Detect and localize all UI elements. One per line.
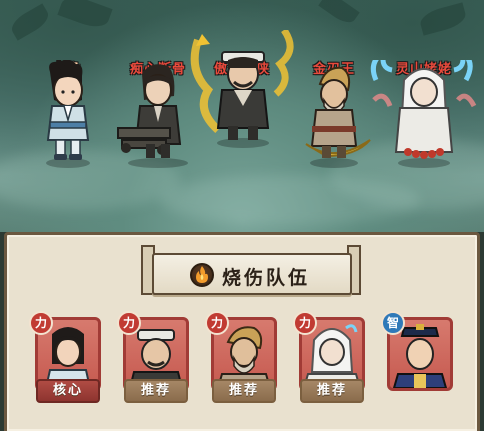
hero-jinren-wang[interactable]: 金刃王 xyxy=(286,0,382,232)
hero-lingshan-laolao-sprite xyxy=(370,60,477,168)
hero-aoqi-beixia[interactable]: 傲气北侠 xyxy=(190,0,294,232)
hero-lingshan-laolao[interactable]: 灵山姥姥 xyxy=(370,0,477,232)
team-title-banner: 烧伤队伍 xyxy=(152,253,352,295)
hero-protagonist[interactable]: 主角 xyxy=(20,0,116,232)
team-panel: 烧伤队伍 力 核心 力 推荐 力 推荐 力 推荐 智 xyxy=(4,232,480,431)
attribute-badge: 力 xyxy=(117,311,141,335)
flame-icon xyxy=(190,263,214,287)
hero-aoqi-beixia-sprite xyxy=(190,30,294,148)
attribute-badge: 智 xyxy=(381,311,405,335)
attribute-badge: 力 xyxy=(293,311,317,335)
hero-protagonist-sprite xyxy=(46,60,90,168)
hero-card-lingshan-laolao[interactable]: 力 推荐 xyxy=(293,311,365,409)
card-tag-label: 核心 xyxy=(36,379,100,403)
card-tag-label: 推荐 xyxy=(300,379,364,403)
hero-card-official[interactable]: 智 xyxy=(381,311,453,409)
battle-scene: 主角 痴心断骨 xyxy=(0,0,484,232)
attribute-badge: 力 xyxy=(29,311,53,335)
card-tag-label: 推荐 xyxy=(212,379,276,403)
card-tag-label: 推荐 xyxy=(124,379,188,403)
hero-card-chixin-duangu[interactable]: 力 推荐 xyxy=(117,311,189,409)
team-title: 烧伤队伍 xyxy=(222,267,311,289)
hero-jinren-wang-sprite xyxy=(305,66,371,168)
hero-card-jinren-wang[interactable]: 力 推荐 xyxy=(205,311,277,409)
attribute-badge: 力 xyxy=(205,311,229,335)
hero-card-protagonist[interactable]: 力 核心 xyxy=(29,311,101,409)
